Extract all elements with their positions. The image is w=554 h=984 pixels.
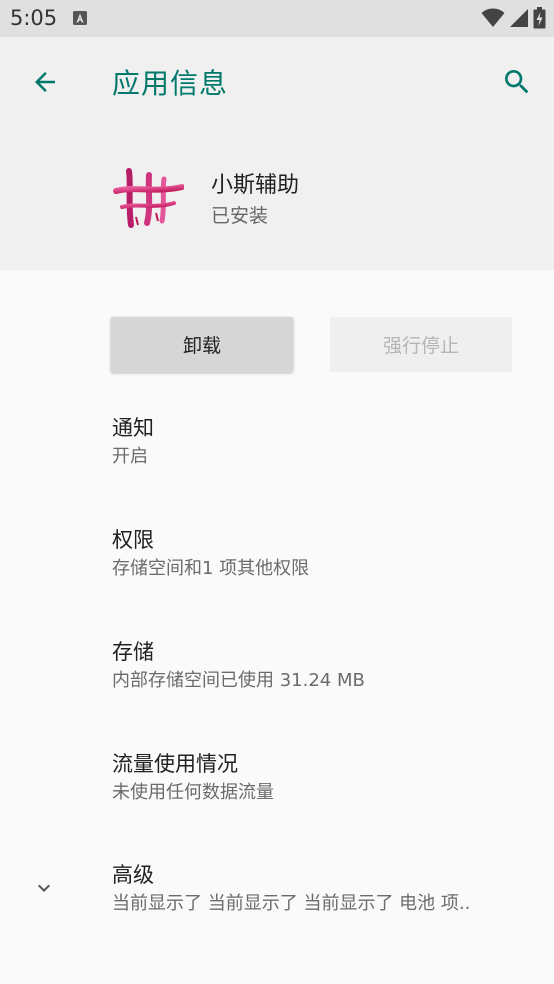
chevron-down-icon[interactable]	[32, 876, 56, 900]
pref-summary: 存储空间和1 项其他权限	[112, 558, 310, 579]
app-header: 应用信息 小斯辅助 已安装	[0, 37, 554, 270]
pref-summary: 未使用任何数据流量	[112, 782, 274, 803]
pref-permissions[interactable]: 权限 存储空间和1 项其他权限	[112, 525, 542, 583]
pref-title: 存储	[112, 640, 154, 664]
search-button[interactable]	[498, 63, 536, 101]
status-bar: 5:05	[0, 0, 554, 37]
pref-summary: 当前显示了 当前显示了 当前显示了 电池 项..	[112, 893, 471, 914]
pref-title: 权限	[112, 528, 154, 552]
pref-summary: 开启	[112, 446, 148, 467]
pref-title: 流量使用情况	[112, 752, 238, 776]
pref-summary: 内部存储空间已使用 31.24 MB	[112, 670, 365, 691]
back-button[interactable]	[26, 63, 64, 101]
pref-storage[interactable]: 存储 内部存储空间已使用 31.24 MB	[112, 637, 542, 695]
app-logo-icon	[113, 168, 184, 228]
pref-advanced[interactable]: 高级 当前显示了 当前显示了 当前显示了 电池 项..	[112, 860, 534, 918]
search-icon	[505, 70, 529, 94]
signal-icon	[510, 9, 528, 27]
pref-title: 通知	[112, 416, 154, 440]
app-info-screen: 5:05 应用信息 小斯辅助 已安装 卸载 强行停止 通知 开启 权限 存储空间…	[0, 0, 554, 984]
app-install-status: 已安装	[211, 205, 269, 227]
status-icons	[481, 7, 546, 29]
a-badge-icon	[73, 11, 87, 25]
pref-title: 高级	[112, 863, 154, 887]
pref-notifications[interactable]: 通知 开启	[112, 413, 542, 471]
page-title: 应用信息	[112, 67, 229, 100]
battery-icon	[533, 7, 546, 29]
arrow-back-icon	[35, 72, 55, 92]
status-time: 5:05	[10, 6, 58, 30]
app-name: 小斯辅助	[211, 173, 300, 198]
wifi-icon	[481, 8, 505, 27]
pref-data-usage[interactable]: 流量使用情况 未使用任何数据流量	[112, 749, 542, 807]
uninstall-button[interactable]: 卸载	[111, 317, 293, 372]
force-stop-button[interactable]: 强行停止	[330, 317, 512, 372]
